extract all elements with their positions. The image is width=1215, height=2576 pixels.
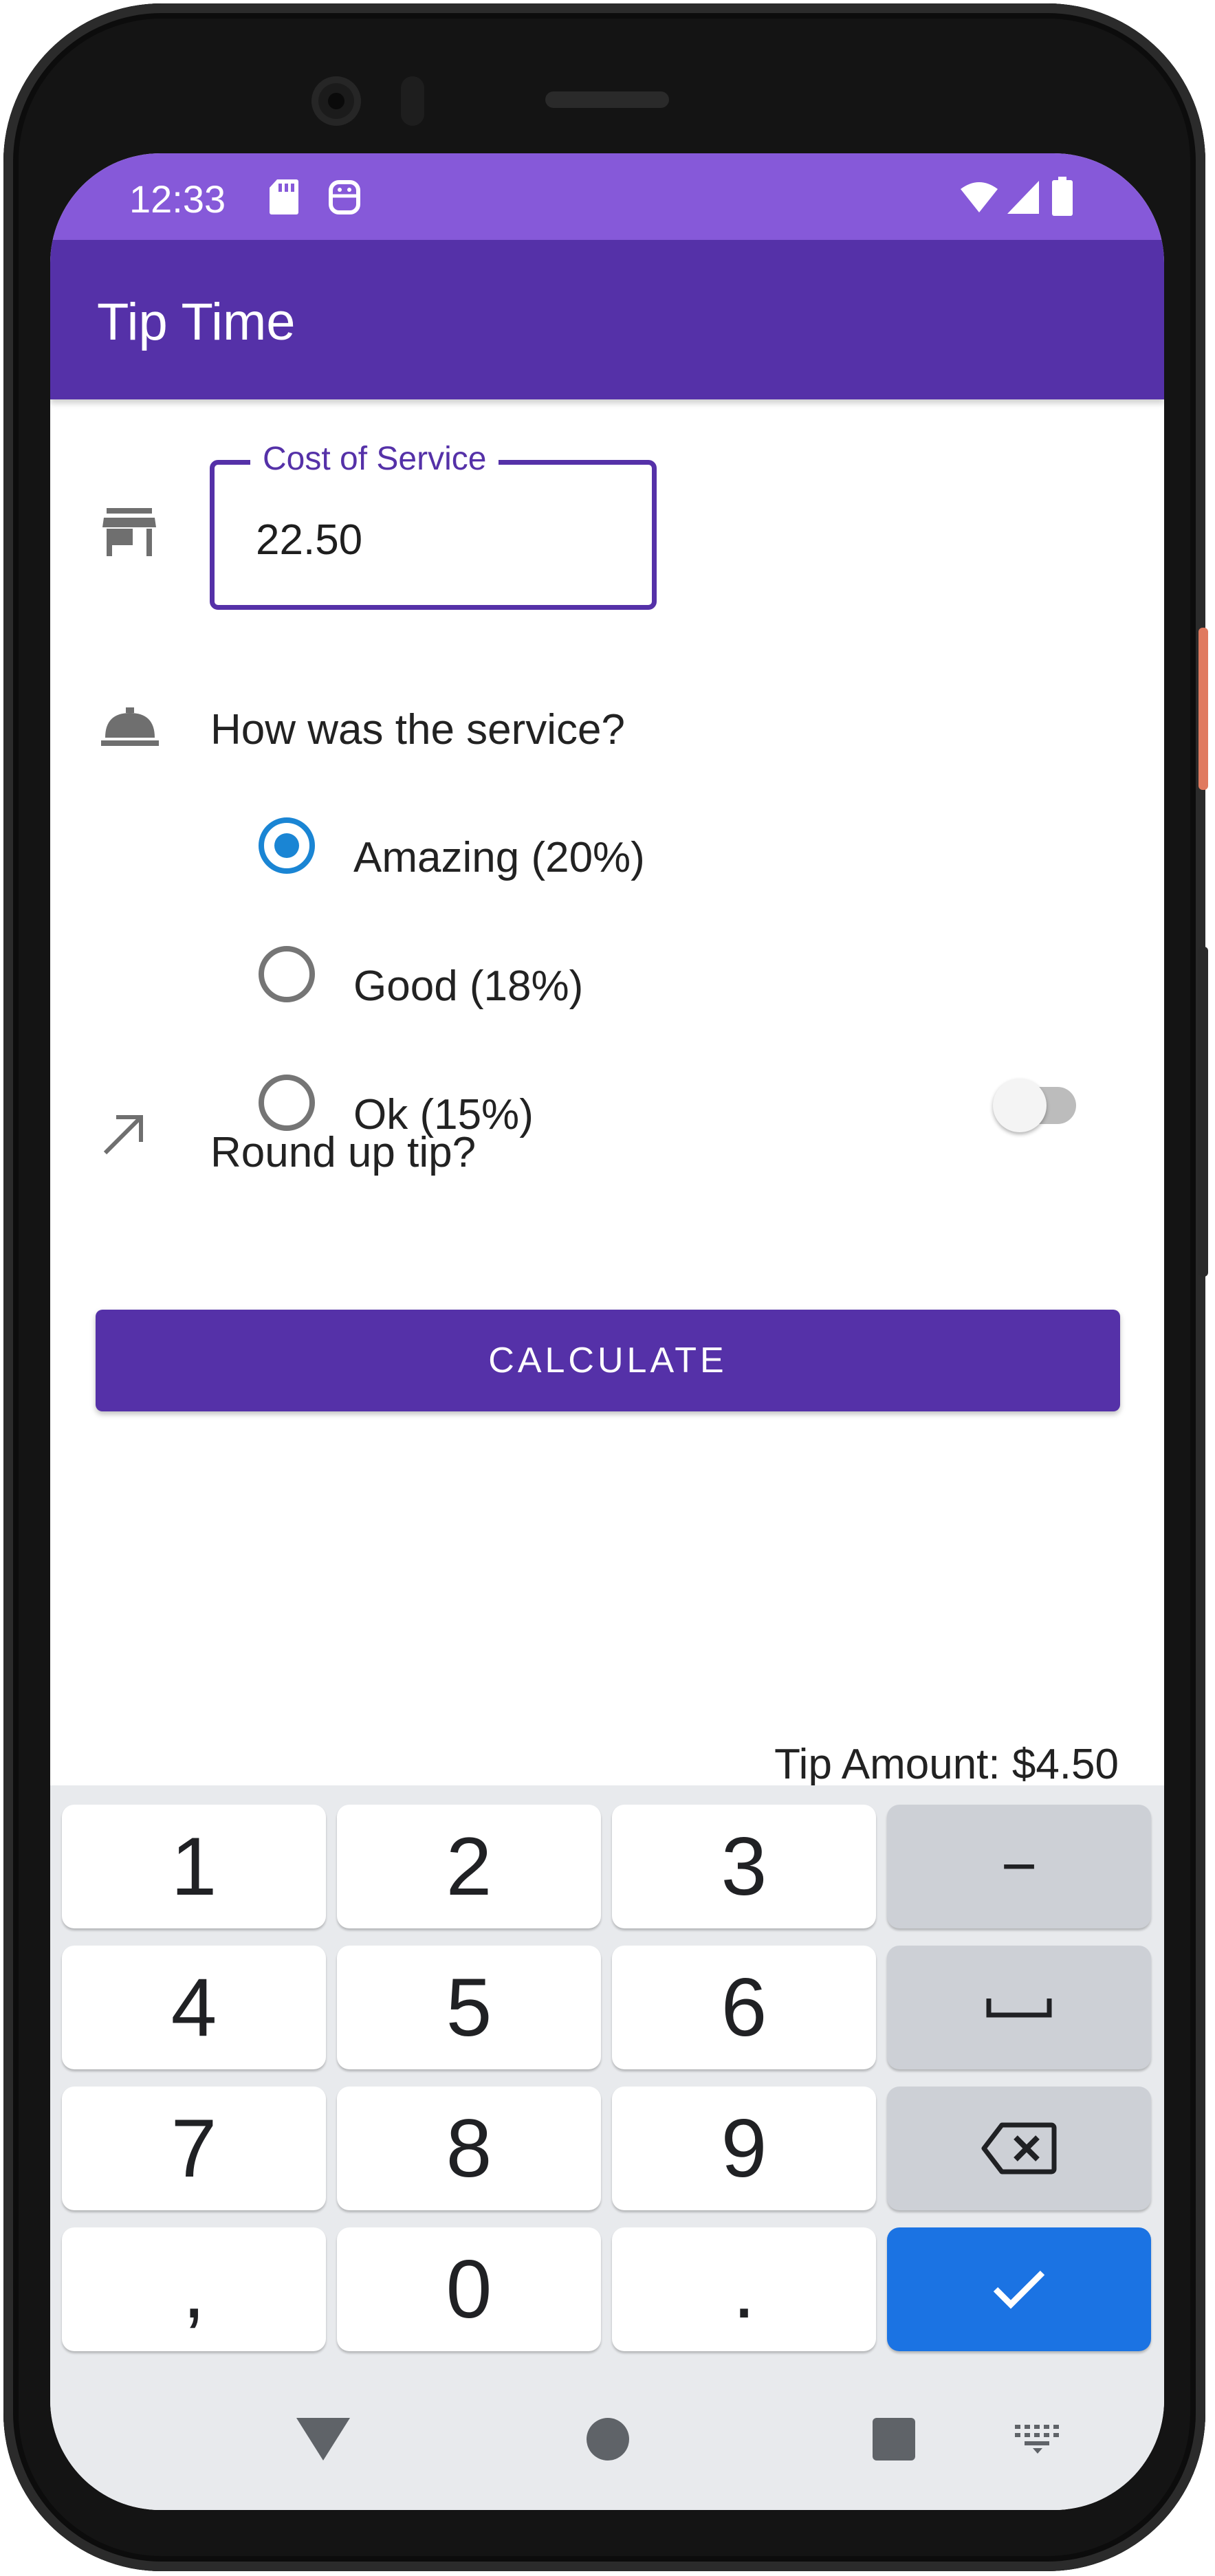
volume-button xyxy=(1198,947,1208,1277)
key-backspace[interactable] xyxy=(887,2087,1151,2210)
numeric-keyboard: 1 2 3 − 4 5 6 7 8 9 , 0 . xyxy=(50,1785,1164,2367)
key-7[interactable]: 7 xyxy=(62,2087,326,2210)
key-1[interactable]: 1 xyxy=(62,1805,326,1928)
round-up-switch-thumb[interactable] xyxy=(993,1079,1047,1132)
radio-ok[interactable] xyxy=(259,1075,315,1131)
service-question: How was the service? xyxy=(210,706,626,753)
status-time: 12:33 xyxy=(129,177,226,221)
key-3[interactable]: 3 xyxy=(612,1805,876,1928)
cost-of-service-input[interactable]: 22.50 xyxy=(256,516,362,564)
front-camera xyxy=(311,76,361,126)
back-icon[interactable] xyxy=(296,2418,350,2461)
option-label-amazing[interactable]: Amazing (20%) xyxy=(353,833,645,882)
app-bar: Tip Time xyxy=(50,240,1164,399)
key-4[interactable]: 4 xyxy=(62,1946,326,2069)
option-label-good[interactable]: Good (18%) xyxy=(353,962,583,1011)
robot-icon xyxy=(329,180,360,214)
cost-of-service-field[interactable]: Cost of Service 22.50 xyxy=(210,440,657,610)
app-title: Tip Time xyxy=(97,293,296,351)
battery-icon xyxy=(1052,177,1073,216)
recents-icon[interactable] xyxy=(873,2418,915,2461)
space-bar-icon xyxy=(986,1999,1052,2018)
backspace-icon xyxy=(981,2122,1057,2175)
key-8[interactable]: 8 xyxy=(337,2087,601,2210)
tip-amount-text: Tip Amount: $4.50 xyxy=(774,1741,1119,1788)
proximity-sensor xyxy=(401,76,424,126)
trending-up-arrow-icon xyxy=(103,1115,143,1155)
calculate-button[interactable]: CALCULATE xyxy=(96,1310,1120,1411)
room-service-bell-icon xyxy=(101,707,159,746)
navigation-bar xyxy=(50,2367,1164,2510)
storefront-icon xyxy=(102,508,156,556)
key-6[interactable]: 6 xyxy=(612,1946,876,2069)
earpiece-speaker xyxy=(545,91,669,108)
key-9[interactable]: 9 xyxy=(612,2087,876,2210)
key-comma[interactable]: , xyxy=(62,2227,326,2351)
checkmark-icon xyxy=(993,2270,1045,2309)
key-minus[interactable]: − xyxy=(887,1805,1151,1928)
status-bar: 12:33 xyxy=(50,153,1164,240)
key-0[interactable]: 0 xyxy=(337,2227,601,2351)
round-up-label: Round up tip? xyxy=(210,1129,477,1176)
radio-amazing[interactable] xyxy=(259,817,315,874)
home-icon[interactable] xyxy=(587,2418,629,2461)
cost-of-service-label: Cost of Service xyxy=(250,440,499,478)
key-2[interactable]: 2 xyxy=(337,1805,601,1928)
cell-signal-icon xyxy=(1007,181,1039,214)
key-done[interactable] xyxy=(887,2227,1151,2351)
key-space[interactable] xyxy=(887,1946,1151,2069)
phone-frame: 12:33 Tip Time Cost of Service 22.50 How… xyxy=(3,3,1208,2571)
power-button xyxy=(1198,628,1208,790)
wifi-icon xyxy=(961,182,998,212)
key-5[interactable]: 5 xyxy=(337,1946,601,2069)
screen: 12:33 Tip Time Cost of Service 22.50 How… xyxy=(50,153,1164,2510)
radio-good[interactable] xyxy=(259,946,315,1002)
keyboard-switch-icon[interactable] xyxy=(1015,2425,1060,2454)
main-content: Cost of Service 22.50 How was the servic… xyxy=(50,399,1164,1937)
key-period[interactable]: . xyxy=(612,2227,876,2351)
sd-card-icon xyxy=(270,179,298,214)
